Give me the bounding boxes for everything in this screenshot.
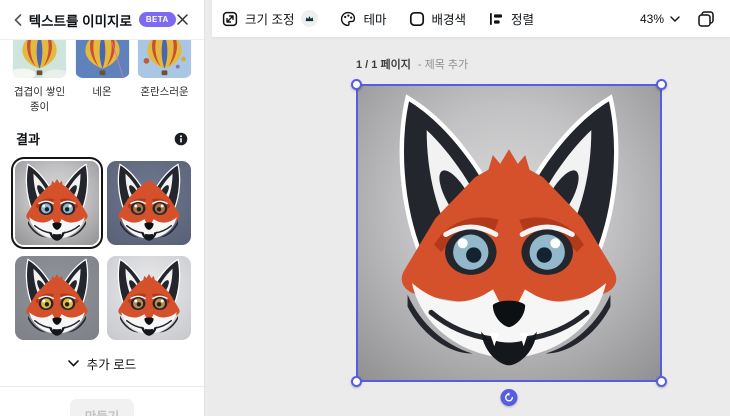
page-title-hint: - 제목 추가 — [418, 59, 468, 71]
chevron-down-icon — [68, 360, 79, 367]
resize-handle-bottom-left[interactable] — [351, 376, 362, 387]
palette-icon — [340, 11, 356, 27]
background-label: 배경색 — [432, 9, 467, 28]
fox-head-image — [358, 86, 660, 380]
zoom-level: 43% — [640, 12, 664, 26]
resize-handle-top-right[interactable] — [656, 79, 667, 90]
style-option-paper[interactable]: 겹겹이 쌓인 종이 — [10, 40, 69, 114]
chevron-down-icon — [670, 16, 680, 22]
page-label[interactable]: 1 / 1 페이지 - 제목 추가 — [356, 56, 468, 72]
panel-header: 텍스트를 이미지로 BETA — [0, 0, 204, 40]
align-button[interactable]: 정렬 — [488, 9, 534, 28]
info-icon[interactable] — [174, 132, 188, 146]
neon-balloon-thumbnail — [75, 40, 130, 78]
resize-label: 크기 조정 — [245, 9, 294, 28]
create-button[interactable]: 만들기 — [70, 399, 135, 416]
editor-main: 크기 조정 테마 배경색 정렬 — [206, 0, 730, 416]
align-label: 정렬 — [511, 9, 534, 28]
result-image-fox-2[interactable] — [107, 161, 191, 245]
close-icon[interactable] — [176, 11, 190, 29]
rotate-icon — [504, 392, 515, 403]
pages-icon[interactable] — [696, 9, 716, 29]
load-more-label: 추가 로드 — [87, 354, 136, 373]
style-option-chaotic[interactable]: 혼란스러운 — [135, 40, 194, 114]
text-to-image-panel: 텍스트를 이미지로 BETA 겹겹이 쌓인 종이 — [0, 0, 205, 416]
editor-toolbar: 크기 조정 테마 배경색 정렬 — [212, 0, 730, 38]
results-heading: 결과 — [16, 129, 40, 148]
resize-handle-top-left[interactable] — [351, 79, 362, 90]
style-option-label: 네온 — [92, 85, 111, 100]
chaotic-balloon-thumbnail — [137, 40, 192, 78]
beta-badge: BETA — [139, 12, 176, 27]
style-option-label: 겹겹이 쌓인 종이 — [10, 85, 69, 114]
load-more-button[interactable]: 추가 로드 — [0, 354, 204, 373]
background-swatch-icon — [409, 11, 425, 27]
result-image-fox-3[interactable] — [15, 256, 99, 340]
background-color-button[interactable]: 배경색 — [409, 9, 467, 28]
theme-label: 테마 — [363, 9, 386, 28]
theme-button[interactable]: 테마 — [340, 9, 386, 28]
style-option-label: 혼란스러운 — [140, 85, 188, 100]
result-image-fox-1-selected[interactable] — [15, 161, 99, 245]
selected-canvas-image[interactable] — [356, 84, 662, 382]
resize-icon — [222, 11, 238, 27]
style-option-neon[interactable]: 네온 — [73, 40, 132, 114]
paper-balloon-thumbnail — [12, 40, 67, 78]
pro-crown-icon — [301, 10, 318, 27]
resize-button[interactable]: 크기 조정 — [222, 9, 318, 28]
panel-title: 텍스트를 이미지로 — [29, 10, 132, 30]
rotate-handle[interactable] — [501, 389, 518, 406]
result-image-fox-4[interactable] — [107, 256, 191, 340]
resize-handle-bottom-right[interactable] — [656, 376, 667, 387]
canvas-area[interactable]: 1 / 1 페이지 - 제목 추가 — [206, 39, 730, 416]
zoom-control[interactable]: 43% — [640, 12, 680, 26]
results-grid — [0, 161, 204, 340]
align-icon — [488, 11, 504, 27]
page-indicator: 1 / 1 페이지 — [356, 59, 411, 71]
back-icon[interactable] — [12, 12, 25, 28]
style-options-row: 겹겹이 쌓인 종이 네온 — [0, 40, 204, 114]
